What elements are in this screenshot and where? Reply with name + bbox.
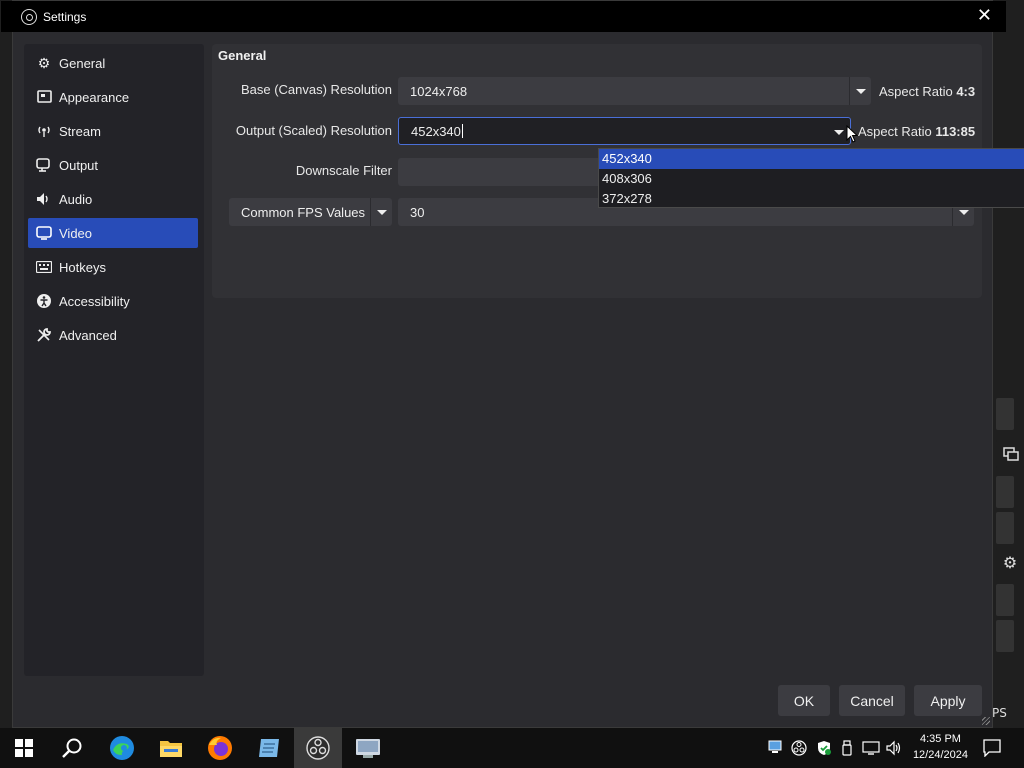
cancel-button[interactable]: Cancel [839, 685, 905, 716]
obs-tray-icon[interactable] [791, 740, 807, 760]
appearance-icon [36, 89, 52, 105]
resolution-dropdown-list: 452x340 408x306 372x278 [598, 148, 1024, 208]
file-explorer-icon[interactable] [147, 728, 195, 768]
sidebar-item-video[interactable]: Video [28, 218, 198, 248]
dropdown-option[interactable]: 372x278 [599, 189, 1024, 209]
sidebar-item-label: Audio [59, 191, 93, 207]
volume-icon[interactable] [886, 740, 904, 760]
sidebar-item-label: Output [59, 157, 99, 173]
text-caret [461, 124, 463, 138]
output-icon [36, 157, 52, 173]
section-title: General [218, 48, 267, 63]
window-title: Settings [43, 9, 87, 24]
sidebar-item-label: Stream [59, 123, 101, 139]
ok-button[interactable]: OK [778, 685, 830, 716]
sidebar-item-advanced[interactable]: Advanced [28, 320, 198, 350]
title-bar: Settings ✕ [1, 1, 1006, 32]
sidebar-item-label: Appearance [59, 89, 130, 105]
sidebar-item-hotkeys[interactable]: Hotkeys [28, 252, 198, 282]
sidebar-item-label: Hotkeys [59, 259, 106, 275]
settings-dialog: Settings ✕ ⚙ General Appearance Stream O… [1, 0, 1024, 728]
chevron-down-icon[interactable] [849, 77, 871, 105]
notepad-icon[interactable] [245, 728, 293, 768]
apply-button[interactable]: Apply [914, 685, 982, 716]
obs-app-icon [21, 8, 37, 25]
keyboard-icon [36, 259, 52, 275]
background-dock-button [996, 512, 1014, 544]
background-dock-icon [996, 440, 1024, 468]
settings-sidebar: ⚙ General Appearance Stream Output Audio… [24, 44, 204, 676]
background-dock-button [996, 584, 1014, 616]
taskbar: 4:35 PM 12/24/2024 [0, 728, 1024, 768]
fps-type-combo[interactable]: Common FPS Values [229, 198, 392, 226]
firefox-icon[interactable] [196, 728, 244, 768]
edge-icon[interactable] [98, 728, 146, 768]
base-resolution-combo[interactable]: 1024x768 [398, 77, 871, 105]
background-window-left [0, 0, 12, 728]
search-icon[interactable] [48, 728, 96, 768]
base-aspect-ratio: Aspect Ratio 4:3 [879, 84, 976, 99]
accessibility-icon [36, 293, 52, 309]
clock-time: 4:35 PM [919, 733, 961, 745]
background-fps-text: PS [992, 706, 1007, 720]
monitor-tray-icon[interactable] [768, 740, 782, 758]
usb-icon[interactable] [840, 740, 854, 760]
background-gear-icon: ⚙ [996, 548, 1024, 576]
sidebar-item-appearance[interactable]: Appearance [28, 82, 198, 112]
obs-icon[interactable] [294, 728, 342, 768]
sidebar-item-audio[interactable]: Audio [28, 184, 198, 214]
start-icon[interactable] [0, 728, 48, 768]
dropdown-option[interactable]: 452x340 [599, 149, 1024, 169]
fps-type-value: Common FPS Values [241, 204, 366, 220]
monitor-icon [36, 225, 52, 241]
taskbar-clock[interactable]: 4:35 PM 12/24/2024 [913, 731, 968, 763]
background-dock-button [996, 398, 1014, 430]
sidebar-item-stream[interactable]: Stream [28, 116, 198, 146]
sidebar-item-label: Accessibility [59, 293, 130, 309]
resize-grip[interactable] [982, 717, 990, 725]
output-resolution-label: Output (Scaled) Resolution [235, 123, 392, 138]
sidebar-item-output[interactable]: Output [28, 150, 198, 180]
dropdown-option[interactable]: 408x306 [599, 169, 1024, 189]
sidebar-item-accessibility[interactable]: Accessibility [28, 286, 198, 316]
fps-value: 30 [410, 204, 425, 220]
gear-icon: ⚙ [37, 54, 51, 71]
chevron-down-icon[interactable] [370, 198, 392, 226]
downscale-filter-label: Downscale Filter [295, 163, 392, 178]
sidebar-item-label: Video [59, 225, 93, 241]
base-resolution-value: 1024x768 [410, 83, 468, 99]
wrench-icon [36, 327, 52, 343]
background-window-right [993, 0, 1024, 728]
speaker-icon [36, 191, 52, 207]
output-resolution-input[interactable]: 452x340 [411, 124, 461, 139]
sidebar-item-label: General [59, 55, 106, 71]
network-icon[interactable] [862, 740, 880, 760]
mouse-cursor [846, 125, 858, 143]
sidebar-item-general[interactable]: ⚙ General [28, 48, 198, 78]
background-dock-button [996, 476, 1014, 508]
stream-icon [36, 123, 52, 139]
output-resolution-combo[interactable]: 452x340 [398, 117, 851, 145]
output-aspect-ratio: Aspect Ratio 113:85 [858, 124, 976, 139]
sidebar-item-label: Advanced [59, 327, 117, 343]
app-icon[interactable] [344, 728, 392, 768]
clock-date: 12/24/2024 [912, 749, 968, 761]
security-shield-icon[interactable] [816, 740, 832, 760]
base-resolution-label: Base (Canvas) Resolution [240, 82, 392, 97]
video-settings-panel: General Base (Canvas) Resolution 1024x76… [212, 44, 1024, 298]
close-icon[interactable]: ✕ [977, 5, 992, 26]
background-dock-button [996, 620, 1014, 652]
notification-icon[interactable] [983, 739, 1001, 761]
